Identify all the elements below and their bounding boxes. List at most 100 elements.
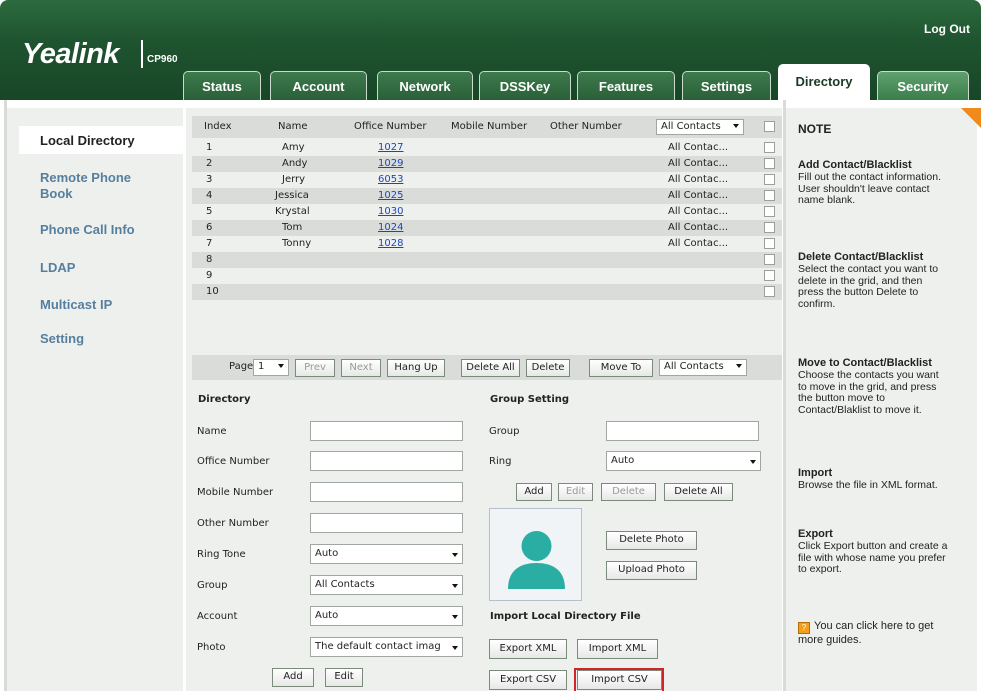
col-name-header: Name	[278, 121, 308, 132]
row-checkbox[interactable]	[764, 190, 775, 201]
tab-status[interactable]: Status	[183, 71, 261, 100]
note-line: Contact/Blaklist to move it.	[798, 403, 922, 416]
guide-text: more guides.	[798, 634, 862, 646]
page-select[interactable]: 1	[253, 359, 289, 376]
row-checkbox[interactable]	[764, 174, 775, 185]
col-mobile-header: Mobile Number	[451, 121, 528, 132]
hang-up-button[interactable]: Hang Up	[387, 359, 445, 377]
table-row[interactable]: 8	[192, 252, 782, 268]
table-row[interactable]: 2 Andy 1029 All Contac...	[192, 156, 782, 172]
photo-select[interactable]: The default contact imag	[310, 637, 463, 657]
row-group: All Contac...	[668, 222, 729, 233]
row-name: Jerry	[282, 174, 306, 185]
sidebar-item-multicast-ip[interactable]: Multicast IP	[40, 297, 112, 313]
table-row[interactable]: 5 Krystal 1030 All Contac...	[192, 204, 782, 220]
group-ring-select[interactable]: Auto	[606, 451, 761, 471]
move-target-select[interactable]: All Contacts	[659, 359, 747, 376]
row-checkbox[interactable]	[764, 142, 775, 153]
name-input[interactable]	[310, 421, 463, 441]
row-group: All Contac...	[668, 174, 729, 185]
row-office-number[interactable]: 1027	[378, 140, 403, 156]
tab-account[interactable]: Account	[270, 71, 367, 100]
row-office-number[interactable]: 1028	[378, 236, 403, 252]
table-row[interactable]: 3 Jerry 6053 All Contac...	[192, 172, 782, 188]
other-number-input[interactable]	[310, 513, 463, 533]
edit-contact-button[interactable]: Edit	[325, 668, 363, 687]
import-xml-button[interactable]: Import XML	[577, 639, 658, 659]
row-office-number[interactable]: 1024	[378, 220, 403, 236]
row-checkbox[interactable]	[764, 270, 775, 281]
tab-security[interactable]: Security	[877, 71, 969, 100]
tab-directory[interactable]: Directory	[778, 64, 870, 100]
group-filter-select[interactable]: All Contacts	[656, 119, 744, 135]
delete-photo-button[interactable]: Delete Photo	[606, 531, 697, 550]
row-group: All Contac...	[668, 206, 729, 217]
table-row[interactable]: 7 Tonny 1028 All Contac...	[192, 236, 782, 252]
note-text-import: Browse the file in XML format.	[798, 479, 976, 492]
row-office-number[interactable]: 6053	[378, 172, 403, 188]
row-checkbox[interactable]	[764, 254, 775, 265]
note-line: Browse the file in XML format.	[798, 479, 938, 491]
row-office-number[interactable]: 1029	[378, 156, 403, 172]
table-row[interactable]: 1 Amy 1027 All Contac...	[192, 140, 782, 156]
row-name: Jessica	[275, 190, 309, 201]
group-name-input[interactable]	[606, 421, 759, 441]
export-csv-button[interactable]: Export CSV	[489, 670, 567, 690]
row-index: 6	[206, 222, 213, 233]
import-section-title: Import Local Directory File	[490, 611, 641, 622]
delete-all-button[interactable]: Delete All	[461, 359, 520, 377]
tab-dsskey[interactable]: DSSKey	[479, 71, 571, 100]
note-text-export: Click Export button and create a file wi…	[798, 540, 976, 576]
table-row[interactable]: 9	[192, 268, 782, 284]
tab-network[interactable]: Network	[377, 71, 473, 100]
office-number-input[interactable]	[310, 451, 463, 471]
note-title: NOTE	[798, 122, 832, 136]
add-contact-button[interactable]: Add	[272, 668, 314, 687]
account-select[interactable]: Auto	[310, 606, 463, 626]
table-row[interactable]: 4 Jessica 1025 All Contac...	[192, 188, 782, 204]
sidebar-item-remote-phone-book[interactable]: Remote Phone Book	[40, 170, 131, 202]
sidebar-item-phone-call-info[interactable]: Phone Call Info	[40, 222, 135, 238]
ring-tone-select[interactable]: Auto	[310, 544, 463, 564]
table-row[interactable]: 6 Tom 1024 All Contac...	[192, 220, 782, 236]
guide-link[interactable]: ? You can click here to get more guides.	[798, 620, 976, 646]
office-number-label: Office Number	[197, 456, 270, 467]
guide-text: You can click here to get	[814, 620, 934, 632]
group-add-button[interactable]: Add	[516, 483, 552, 501]
sidebar-item-ldap[interactable]: LDAP	[40, 260, 75, 276]
sidebar-item-setting[interactable]: Setting	[40, 331, 84, 347]
upload-photo-button[interactable]: Upload Photo	[606, 561, 697, 580]
tab-features[interactable]: Features	[577, 71, 675, 100]
move-to-button[interactable]: Move To	[589, 359, 653, 377]
group-delete-all-button[interactable]: Delete All	[664, 483, 733, 501]
next-button[interactable]: Next	[341, 359, 381, 377]
row-group: All Contac...	[668, 158, 729, 169]
row-office-number[interactable]: 1030	[378, 204, 403, 220]
row-checkbox[interactable]	[764, 286, 775, 297]
group-setting-group-label: Group	[489, 426, 520, 437]
select-all-checkbox[interactable]	[764, 121, 775, 132]
export-xml-button[interactable]: Export XML	[489, 639, 567, 659]
photo-label: Photo	[197, 642, 226, 653]
col-office-header: Office Number	[354, 121, 427, 132]
mobile-number-input[interactable]	[310, 482, 463, 502]
group-edit-button[interactable]: Edit	[558, 483, 593, 501]
sidebar-item-local-directory[interactable]: Local Directory	[40, 133, 135, 149]
note-text-move: Choose the contacts you want to move in …	[798, 369, 976, 416]
note-text-delete: Select the contact you want to delete in…	[798, 263, 976, 310]
tab-settings[interactable]: Settings	[682, 71, 771, 100]
note-line: to export.	[798, 563, 842, 575]
row-checkbox[interactable]	[764, 222, 775, 233]
delete-button[interactable]: Delete	[526, 359, 570, 377]
row-checkbox[interactable]	[764, 158, 775, 169]
row-office-number[interactable]: 1025	[378, 188, 403, 204]
row-checkbox[interactable]	[764, 206, 775, 217]
account-value: Auto	[315, 610, 339, 621]
row-name: Amy	[282, 142, 305, 153]
group-delete-button[interactable]: Delete	[601, 483, 656, 501]
group-select[interactable]: All Contacts	[310, 575, 463, 595]
logout-link[interactable]: Log Out	[924, 22, 970, 36]
row-checkbox[interactable]	[764, 238, 775, 249]
prev-button[interactable]: Prev	[295, 359, 335, 377]
table-row[interactable]: 10	[192, 284, 782, 300]
